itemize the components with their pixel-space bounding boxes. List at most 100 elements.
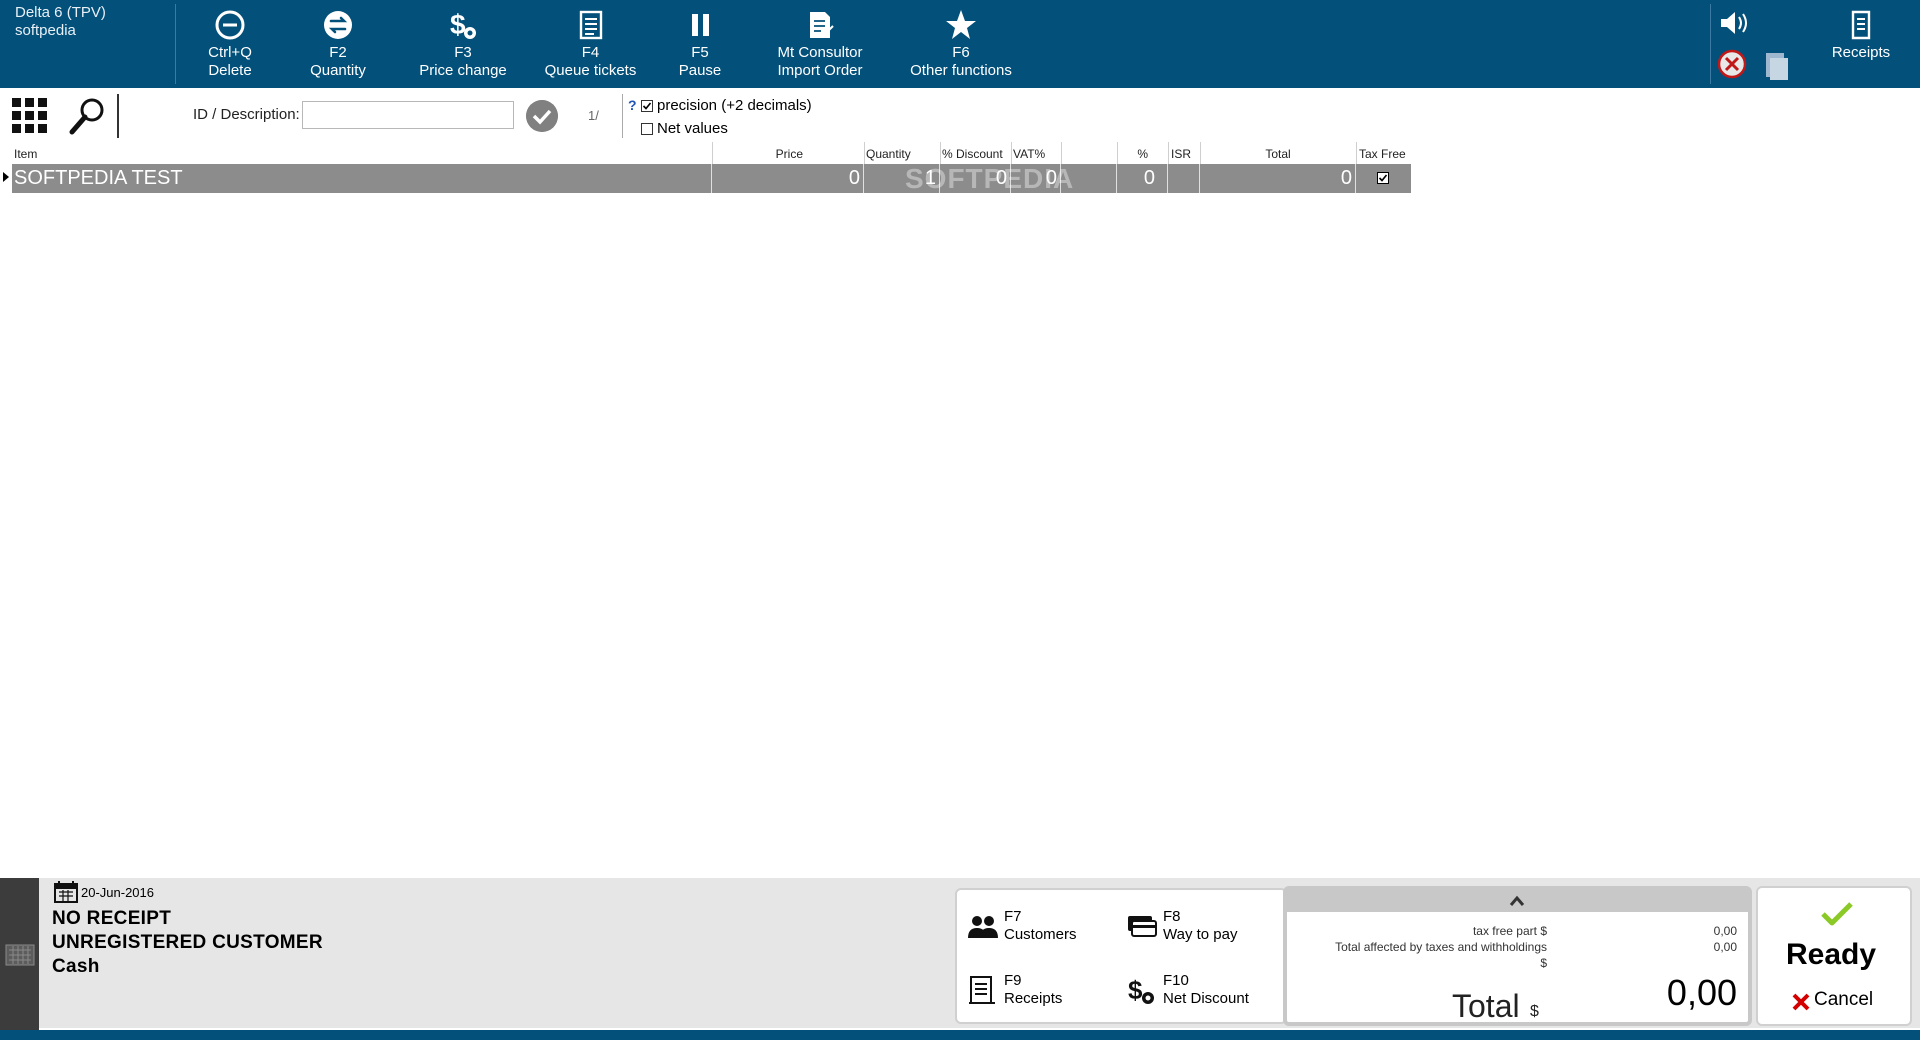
toolbar-separator bbox=[175, 4, 176, 84]
minus-circle-icon bbox=[190, 8, 270, 44]
search-separator bbox=[117, 94, 119, 138]
net-discount-label: Net Discount bbox=[1163, 990, 1249, 1007]
tax-free-part-value: 0,00 bbox=[1713, 924, 1737, 938]
keyboard-icon[interactable] bbox=[5, 940, 35, 970]
queue-tickets-label: Queue tickets bbox=[544, 62, 637, 79]
dollar-settings-icon: $ bbox=[413, 8, 513, 44]
quantity-label: Quantity bbox=[310, 62, 366, 79]
receipt-status: NO RECEIPT bbox=[52, 908, 172, 929]
price-change-key: F3 bbox=[454, 44, 472, 61]
id-description-label: ID / Description: bbox=[193, 106, 300, 123]
col-header-total[interactable]: Total bbox=[1200, 145, 1356, 163]
cell-isr[interactable] bbox=[1168, 164, 1200, 193]
ready-button[interactable]: Ready bbox=[1786, 938, 1876, 972]
other-functions-label: Other functions bbox=[910, 62, 1012, 79]
net-values-label: Net values bbox=[657, 120, 728, 137]
delete-button[interactable]: Ctrl+Q Delete bbox=[190, 4, 270, 84]
receipts-button[interactable]: Receipts bbox=[1826, 4, 1896, 84]
cancel-button[interactable]: Cancel bbox=[1814, 989, 1873, 1011]
clipboard-icon[interactable] bbox=[1762, 50, 1790, 82]
speaker-icon[interactable] bbox=[1718, 8, 1752, 38]
receipt-date: 20-Jun-2016 bbox=[81, 885, 154, 900]
receipt-icon bbox=[1826, 8, 1896, 44]
cancel-x-icon[interactable] bbox=[1792, 993, 1810, 1011]
ready-check-icon[interactable] bbox=[1820, 900, 1854, 928]
net-values-checkbox[interactable] bbox=[641, 123, 653, 135]
total-currency: $ bbox=[1530, 1003, 1539, 1020]
keyboard-sidebar[interactable] bbox=[0, 878, 39, 1030]
svg-text:$: $ bbox=[450, 9, 466, 40]
totals-panel: tax free part $ 0,00 Total affected by t… bbox=[1283, 886, 1752, 1026]
confirm-check-icon[interactable] bbox=[526, 100, 558, 132]
net-discount-key: F10 bbox=[1163, 972, 1189, 989]
customers-label: Customers bbox=[1004, 926, 1077, 943]
cell-price[interactable]: 0 bbox=[712, 164, 864, 193]
cell-pct[interactable]: 0 bbox=[1117, 164, 1168, 193]
taxes-total-label: Total affected by taxes and withholdings bbox=[1335, 940, 1547, 954]
delete-label: Delete bbox=[208, 62, 252, 79]
help-icon[interactable]: ? bbox=[628, 97, 637, 113]
function-button-panel: F7 Customers F8 Way to pay F9 Receipts $ F1… bbox=[955, 888, 1287, 1024]
col-header-vat[interactable]: VAT% bbox=[1013, 145, 1045, 163]
queue-tickets-key: F4 bbox=[581, 44, 600, 61]
col-header-price[interactable]: Price bbox=[713, 145, 803, 163]
delete-key: Ctrl+Q bbox=[208, 44, 252, 61]
import-order-key: Mt Consultor bbox=[777, 44, 863, 61]
col-header-isr[interactable]: ISR bbox=[1171, 145, 1191, 163]
right-icon-group bbox=[1712, 6, 1792, 84]
search-icon[interactable] bbox=[68, 96, 106, 136]
import-order-label: Import Order bbox=[777, 62, 863, 79]
col-header-pct[interactable]: % bbox=[1100, 145, 1148, 163]
quantity-key: F2 bbox=[329, 44, 347, 61]
cancel-circle-icon[interactable] bbox=[1716, 48, 1748, 80]
current-row-indicator-icon bbox=[3, 172, 9, 182]
import-order-button[interactable]: Mt Consultor Import Order bbox=[770, 4, 870, 84]
action-panel: Ready Cancel bbox=[1756, 886, 1912, 1026]
f9-receipts-key: F9 bbox=[1004, 972, 1022, 989]
col-header-quantity[interactable]: Quantity bbox=[866, 145, 911, 163]
precision-label: precision (+2 decimals) bbox=[657, 97, 812, 114]
col-header-item[interactable]: Item bbox=[14, 145, 37, 163]
pause-label: Pause bbox=[678, 62, 722, 79]
cell-total[interactable]: 0 bbox=[1200, 164, 1356, 193]
checkmark-icon bbox=[1378, 174, 1388, 182]
col-header-tax-free[interactable]: Tax Free bbox=[1359, 145, 1406, 163]
id-description-input[interactable] bbox=[302, 101, 514, 129]
pause-key: F5 bbox=[691, 44, 709, 61]
toolbar-separator-right bbox=[1710, 4, 1711, 84]
col-header-discount[interactable]: % Discount bbox=[942, 145, 1003, 163]
cell-item[interactable]: SOFTPEDIA TEST bbox=[12, 164, 712, 193]
customers-key: F7 bbox=[1004, 908, 1022, 925]
document-edit-icon bbox=[770, 8, 870, 44]
chevron-up-icon[interactable] bbox=[1509, 895, 1525, 907]
grid-icon[interactable] bbox=[12, 98, 48, 134]
status-strip bbox=[0, 1030, 1920, 1040]
dollar-settings-icon: $ bbox=[1128, 975, 1154, 1005]
precision-checkbox[interactable] bbox=[641, 100, 653, 112]
watermark-text: SOFTPEDIA bbox=[905, 163, 1075, 194]
swap-circle-icon bbox=[298, 8, 378, 44]
document-list-icon bbox=[538, 8, 643, 44]
calendar-icon[interactable] bbox=[54, 881, 78, 903]
tax-free-checkbox[interactable] bbox=[1377, 172, 1389, 184]
table-row[interactable]: SOFTPEDIA TEST 0 1 0 0 0 0 bbox=[12, 164, 1411, 193]
top-toolbar: Delta 6 (TPV) softpedia Ctrl+Q Delete F2… bbox=[0, 0, 1920, 88]
total-amount: 0,00 bbox=[1666, 972, 1737, 1013]
checkmark-icon bbox=[642, 102, 652, 110]
options-separator bbox=[622, 94, 623, 138]
quantity-button[interactable]: F2 Quantity bbox=[298, 4, 378, 84]
taxes-total-value: 0,00 bbox=[1713, 940, 1737, 954]
svg-text:$: $ bbox=[1128, 975, 1143, 1005]
users-icon bbox=[968, 916, 998, 938]
payment-method: Cash bbox=[52, 956, 100, 977]
way-to-pay-key: F8 bbox=[1163, 908, 1181, 925]
cell-tax-free[interactable] bbox=[1356, 164, 1411, 193]
totals-expand-bar[interactable] bbox=[1287, 890, 1748, 912]
pause-button[interactable]: F5 Pause bbox=[670, 4, 730, 84]
queue-tickets-button[interactable]: F4 Queue tickets bbox=[538, 4, 643, 84]
price-change-button[interactable]: $ F3 Price change bbox=[413, 4, 513, 84]
receipts-label: Receipts bbox=[1831, 44, 1891, 61]
other-functions-button[interactable]: F6 Other functions bbox=[905, 4, 1017, 84]
way-to-pay-label: Way to pay bbox=[1163, 926, 1238, 943]
receipt-icon bbox=[969, 976, 995, 1004]
